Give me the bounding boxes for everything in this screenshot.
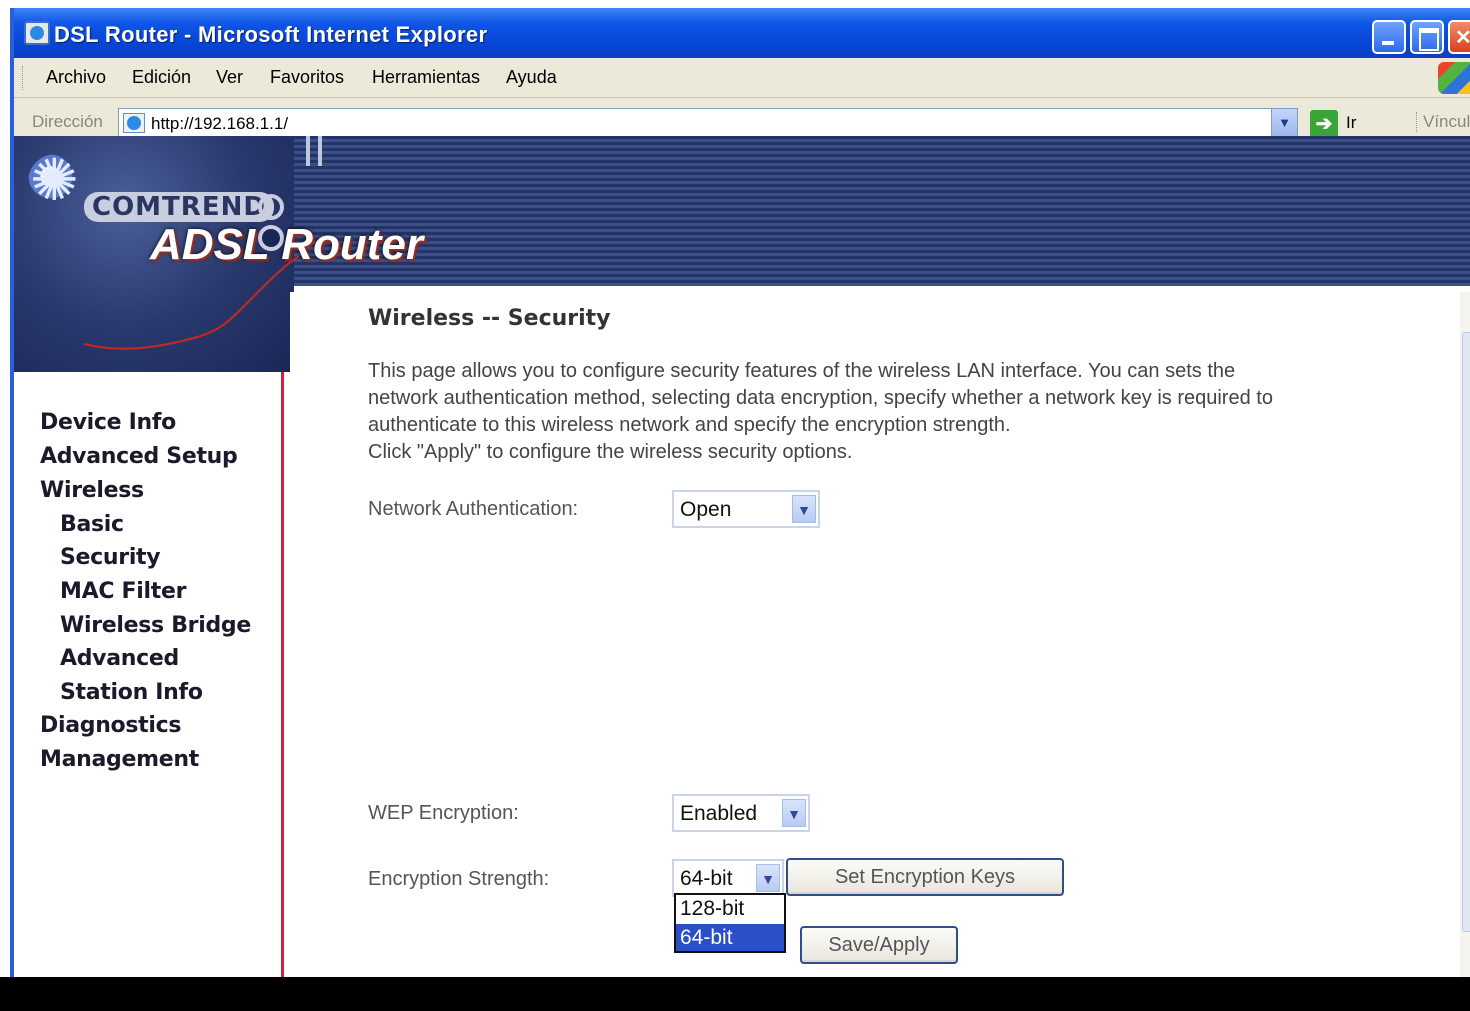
menu-ayuda[interactable]: Ayuda: [506, 67, 557, 88]
chevron-down-icon[interactable]: ▼: [756, 864, 780, 892]
menu-archivo[interactable]: Archivo: [46, 67, 106, 88]
go-button[interactable]: Ir: [1346, 113, 1356, 133]
network-auth-label: Network Authentication:: [368, 498, 579, 520]
network-auth-value: Open: [680, 498, 732, 521]
wep-encryption-label: WEP Encryption:: [368, 802, 519, 824]
links-button[interactable]: Vínculo: [1416, 112, 1470, 132]
sidebar-item-advanced-setup[interactable]: Advanced Setup: [40, 444, 238, 469]
sidebar-item-wireless-bridge[interactable]: Wireless Bridge: [60, 613, 251, 638]
red-wave-decoration: [84, 256, 300, 350]
encryption-strength-value: 64-bit: [680, 867, 733, 890]
intro-line: Click "Apply" to configure the wireless …: [368, 441, 853, 463]
minimize-button[interactable]: [1372, 20, 1406, 54]
intro-line: authenticate to this wireless network an…: [368, 414, 1011, 436]
close-button[interactable]: [1448, 20, 1470, 54]
product-name: ADSL Router: [150, 220, 423, 269]
toolbar-grip[interactable]: [22, 66, 25, 90]
address-dropdown-icon[interactable]: ▼: [1271, 109, 1297, 137]
sidebar-nav: Device Info Advanced Setup Wireless Basi…: [14, 372, 284, 977]
sidebar-item-device-info[interactable]: Device Info: [40, 410, 176, 435]
sidebar-item-security[interactable]: Security: [60, 545, 161, 570]
sidebar-item-mac-filter[interactable]: MAC Filter: [60, 579, 186, 604]
address-label: Dirección: [32, 112, 103, 131]
address-input[interactable]: http://192.168.1.1/ ▼: [118, 108, 1298, 138]
brand-name: COMTREND: [84, 192, 274, 222]
set-encryption-keys-button[interactable]: Set Encryption Keys: [786, 858, 1064, 896]
encryption-strength-label: Encryption Strength:: [368, 868, 550, 890]
address-url[interactable]: http://192.168.1.1/: [151, 114, 288, 134]
scrollbar-thumb[interactable]: [1462, 332, 1470, 932]
page-icon: [123, 113, 145, 133]
menu-edicion[interactable]: Edición: [132, 67, 191, 88]
page-title: Wireless -- Security: [368, 306, 611, 331]
banner-pole-decoration: [306, 136, 322, 166]
status-bar: [0, 977, 1470, 1011]
sidebar-item-wireless[interactable]: Wireless: [40, 478, 144, 503]
option-128-bit[interactable]: 128-bit: [676, 895, 784, 922]
intro-line: This page allows you to configure securi…: [368, 360, 1236, 382]
menu-herramientas[interactable]: Herramientas: [372, 67, 480, 88]
chevron-down-icon[interactable]: ▼: [792, 495, 816, 523]
sidebar-item-advanced[interactable]: Advanced: [60, 646, 179, 671]
maximize-button[interactable]: [1410, 20, 1444, 54]
chevron-down-icon[interactable]: ▼: [782, 799, 806, 827]
wep-encryption-select[interactable]: Enabled ▼: [672, 794, 810, 832]
sidebar-item-station-info[interactable]: Station Info: [60, 680, 203, 705]
menu-favoritos[interactable]: Favoritos: [270, 67, 344, 88]
encryption-strength-options: 128-bit 64-bit: [674, 893, 786, 953]
sidebar-item-management[interactable]: Management: [40, 747, 199, 772]
go-arrow-icon[interactable]: ➔: [1310, 110, 1338, 138]
network-auth-select[interactable]: Open ▼: [672, 490, 820, 528]
windows-logo-icon: [1438, 62, 1470, 94]
encryption-strength-select[interactable]: 64-bit ▼: [672, 859, 784, 897]
title-bar: DSL Router - Microsoft Internet Explorer: [14, 8, 1470, 58]
menu-ver[interactable]: Ver: [216, 67, 243, 88]
comtrend-logo-icon: [28, 146, 84, 214]
window-title: DSL Router - Microsoft Internet Explorer: [54, 22, 488, 47]
intro-line: network authentication method, selecting…: [368, 387, 1273, 409]
sidebar-item-basic[interactable]: Basic: [60, 512, 124, 537]
sidebar-item-diagnostics[interactable]: Diagnostics: [40, 713, 181, 738]
option-64-bit[interactable]: 64-bit: [676, 924, 784, 951]
vertical-scrollbar[interactable]: [1460, 292, 1470, 977]
ie-icon: [24, 21, 50, 45]
page-viewport: COMTREND ADSL Router Device Info Advance…: [14, 136, 1470, 977]
intro-text: This page allows you to configure securi…: [368, 358, 1378, 466]
main-content: Wireless -- Security This page allows yo…: [290, 292, 1460, 977]
menu-bar: Archivo Edición Ver Favoritos Herramient…: [14, 58, 1470, 98]
wep-encryption-value: Enabled: [680, 802, 758, 825]
save-apply-button[interactable]: Save/Apply: [800, 926, 958, 964]
